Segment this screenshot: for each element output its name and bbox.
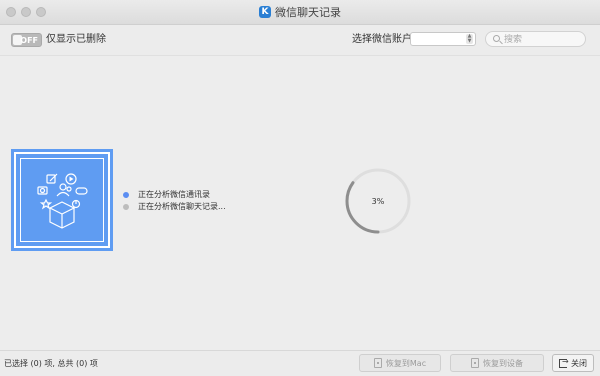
restore-to-mac-label: 恢复到Mac	[385, 358, 427, 368]
gamepad-icon	[75, 187, 88, 195]
contacts-icon	[56, 183, 72, 197]
status-dot-active	[123, 192, 129, 198]
status-analyzing-chats: 正在分析微信聊天记录...	[138, 202, 226, 211]
window-title: 微信聊天记录	[275, 6, 341, 19]
close-button[interactable]: 关闭	[552, 354, 594, 372]
select-arrows-icon: ▲ ▼	[466, 33, 473, 44]
title-group: K 微信聊天记录	[0, 0, 600, 24]
illustration-icons	[37, 173, 88, 229]
exit-icon	[559, 357, 569, 368]
show-deleted-toggle[interactable]: OFF	[11, 33, 42, 47]
account-select[interactable]: ▲ ▼	[410, 32, 476, 46]
title-bar: K 微信聊天记录	[0, 0, 600, 25]
account-select-label: 选择微信账户	[352, 34, 412, 45]
search-input[interactable]	[504, 33, 582, 45]
status-dot-pending	[123, 204, 129, 210]
camera-icon	[37, 186, 48, 195]
search-field[interactable]	[485, 31, 586, 47]
play-icon	[65, 173, 77, 185]
progress-percent: 3%	[371, 196, 385, 206]
toolbar: OFF 仅显示已删除 选择微信账户 ▲ ▼	[0, 25, 600, 56]
restore-to-device-label: 恢复到设备	[483, 358, 523, 368]
main-content: 正在分析微信通讯录 正在分析微信聊天记录... 3%	[0, 56, 600, 350]
edit-icon	[46, 173, 58, 184]
selection-count: 已选择 (0) 项, 总共 (0) 项	[4, 359, 98, 368]
toggle-state-label: OFF	[20, 36, 38, 45]
app-icon: K	[259, 6, 271, 18]
search-icon	[493, 35, 500, 42]
restore-to-mac-button[interactable]: 恢复到Mac	[359, 354, 441, 372]
app-window: K 微信聊天记录 OFF 仅显示已删除 选择微信账户 ▲ ▼ 搜索 正在分析微信…	[0, 0, 600, 376]
restore-to-device-button[interactable]: 恢复到设备	[450, 354, 544, 372]
close-label: 关闭	[571, 358, 587, 368]
bottom-bar: 已选择 (0) 项, 总共 (0) 项 恢复到Mac 恢复到设备 关闭	[0, 350, 600, 376]
device-icon	[373, 358, 382, 368]
star-icon	[39, 198, 53, 210]
device-icon	[471, 358, 479, 368]
analysis-illustration	[14, 152, 110, 248]
show-deleted-label: 仅显示已删除	[46, 34, 106, 45]
box-icon	[48, 201, 76, 229]
pie-icon	[71, 199, 81, 209]
status-analyzing-contacts: 正在分析微信通讯录	[138, 190, 210, 199]
